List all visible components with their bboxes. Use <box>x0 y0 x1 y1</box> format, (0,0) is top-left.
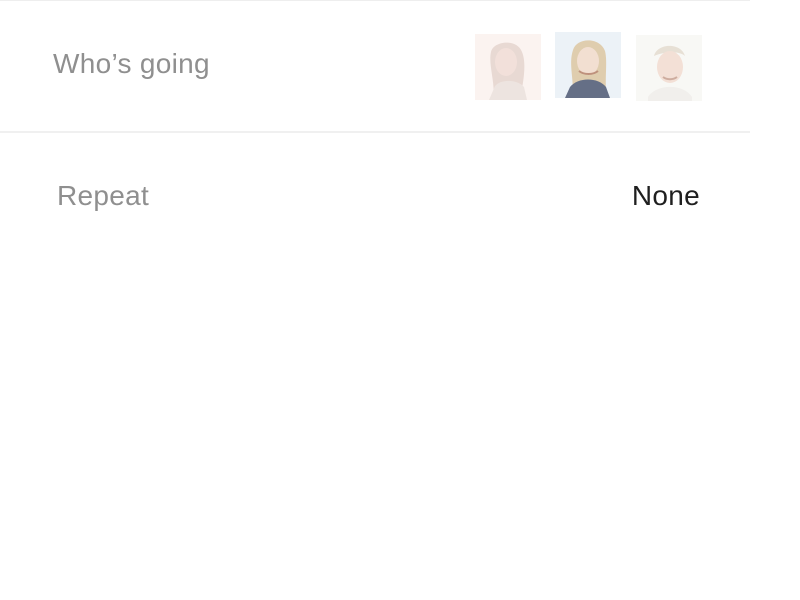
attendee-avatars[interactable] <box>475 32 705 101</box>
attendee-avatar-3-image <box>636 35 702 101</box>
attendee-avatar[interactable] <box>636 35 702 101</box>
repeat-label: Repeat <box>57 180 150 211</box>
attendee-avatar-1-image <box>475 34 541 100</box>
repeat-row[interactable]: Repeat None <box>0 133 750 263</box>
attendee-avatar[interactable] <box>475 34 541 100</box>
whos-going-row[interactable]: Who’s going <box>0 1 750 131</box>
whos-going-label: Who’s going <box>53 48 210 79</box>
repeat-value[interactable]: None <box>632 180 700 212</box>
attendee-avatar-2-image <box>555 32 621 98</box>
event-details-screen: Who’s going Repeat None <box>0 0 800 600</box>
attendee-avatar[interactable] <box>555 32 621 98</box>
